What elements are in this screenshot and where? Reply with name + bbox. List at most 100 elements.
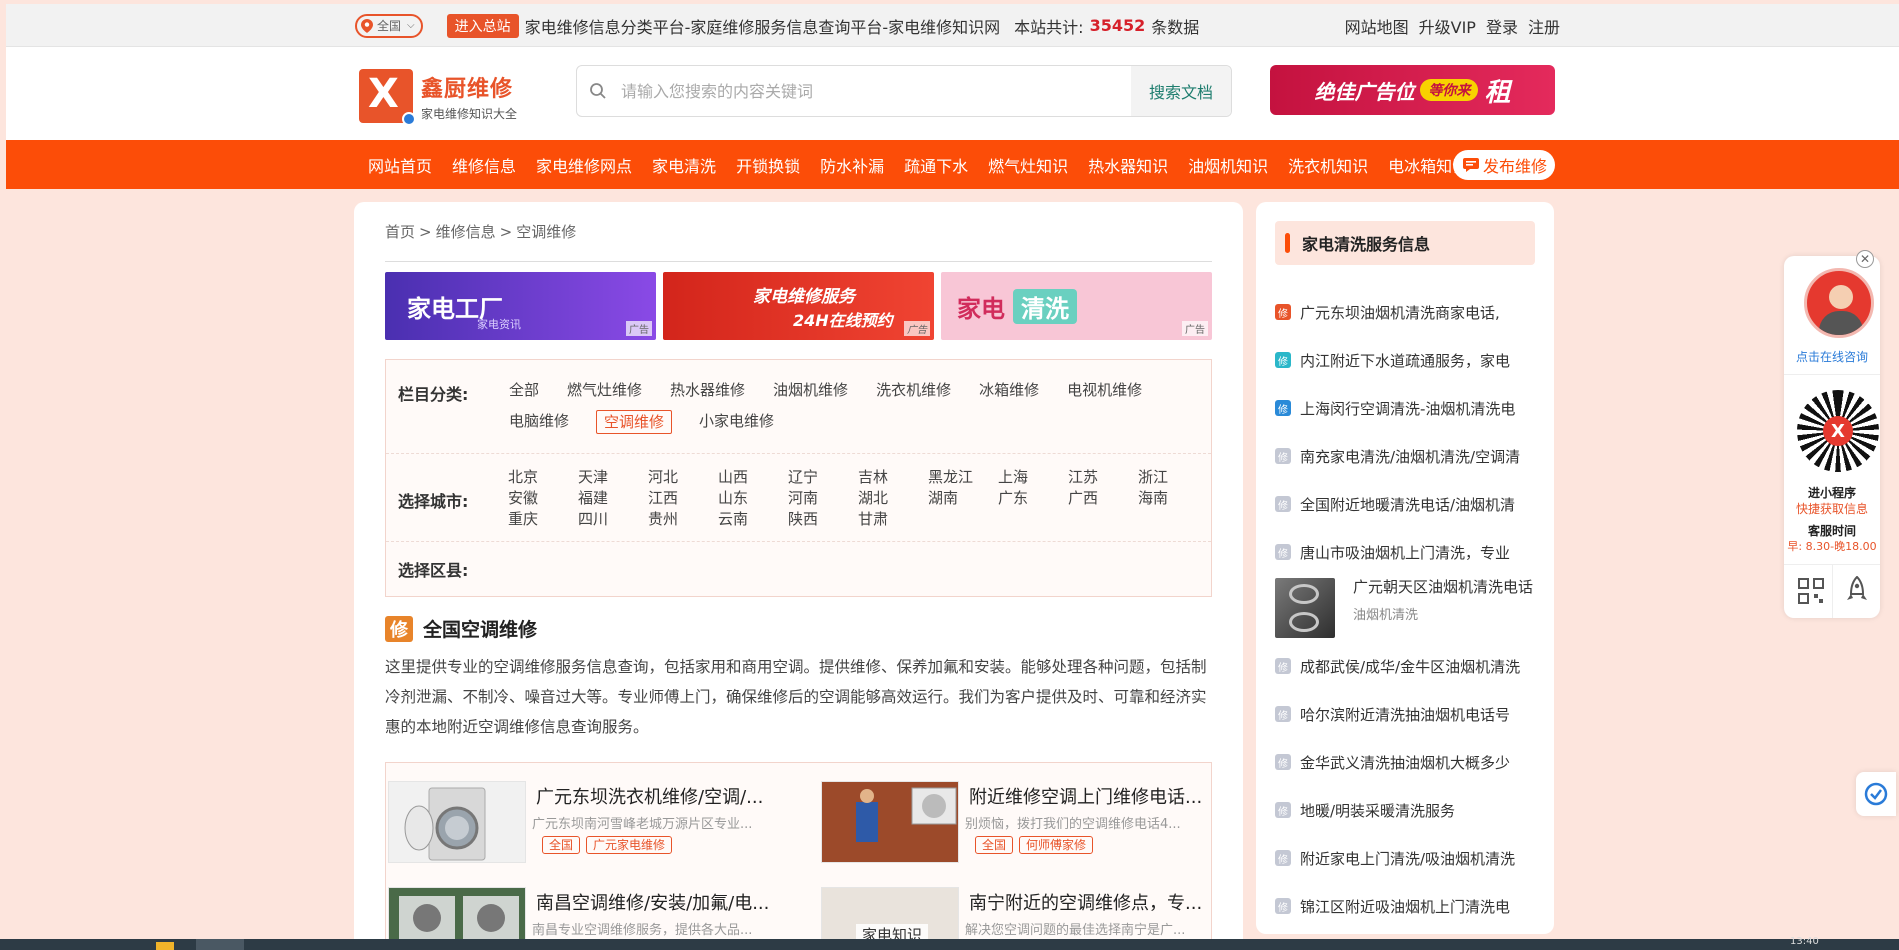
region-selector[interactable]: 全国 ⌵ xyxy=(355,13,423,38)
category-item[interactable]: 小家电维修 xyxy=(698,410,775,434)
ad-appliance-factory[interactable]: 家电工厂 家电资讯 广告 xyxy=(385,272,656,340)
city-item[interactable]: 江苏 xyxy=(1068,467,1138,488)
nav-item-locksmith[interactable]: 开锁换锁 xyxy=(736,153,800,177)
sidebar-list-item[interactable]: 修哈尔滨附近清洗抽油烟机电话号 xyxy=(1275,690,1540,738)
city-item[interactable]: 吉林 xyxy=(858,467,928,488)
city-item[interactable]: 云南 xyxy=(718,509,788,530)
city-item[interactable]: 安徽 xyxy=(508,488,578,509)
district-label: 选择区县: xyxy=(398,561,469,580)
listing-tag[interactable]: 全国 xyxy=(975,836,1014,854)
breadcrumb-separator: > xyxy=(419,223,432,241)
sidebar-feature-item[interactable]: 广元朝天区油烟机清洗电话 油烟机清洗 xyxy=(1275,578,1540,642)
city-item[interactable]: 北京 xyxy=(508,467,578,488)
taskbar-active-app[interactable] xyxy=(196,939,244,950)
sidebar-list-item[interactable]: 修南充家电清洗/油烟机清洗/空调清 xyxy=(1275,432,1540,480)
nav-item-washer[interactable]: 洗衣机知识 xyxy=(1288,153,1368,177)
category-item[interactable]: 空调维修 xyxy=(596,410,673,434)
ad-repair-service[interactable]: 家电维修服务 24H在线预约 广告 xyxy=(663,272,934,340)
repair-badge-icon: 修 xyxy=(385,615,413,642)
sidebar-list-item[interactable]: 修唐山市吸油烟机上门清洗，专业 xyxy=(1275,528,1540,576)
city-item[interactable]: 江西 xyxy=(648,488,718,509)
login-link[interactable]: 登录 xyxy=(1486,14,1518,38)
city-item[interactable]: 天津 xyxy=(578,467,648,488)
nav-item-home[interactable]: 网站首页 xyxy=(368,153,432,177)
city-item[interactable]: 甘肃 xyxy=(858,509,928,530)
header-ad-banner[interactable]: 绝佳广告位 等你来 租 xyxy=(1270,65,1555,115)
city-item[interactable]: 海南 xyxy=(1138,488,1208,509)
nav-item-water-heater[interactable]: 热水器知识 xyxy=(1088,153,1168,177)
category-item[interactable]: 热水器维修 xyxy=(669,379,746,401)
search-input[interactable] xyxy=(607,67,1131,115)
publish-repair-button[interactable]: 发布维修 xyxy=(1453,150,1556,180)
listing-title[interactable]: 南昌空调维修/安装/加氟/电... xyxy=(536,889,792,915)
search-button[interactable]: 搜索文档 xyxy=(1131,66,1231,116)
category-item[interactable]: 电视机维修 xyxy=(1066,379,1143,401)
category-item[interactable]: 冰箱维修 xyxy=(978,379,1040,401)
breadcrumb-repair-info[interactable]: 维修信息 xyxy=(436,223,496,241)
city-item[interactable]: 陕西 xyxy=(788,509,858,530)
city-item[interactable]: 河南 xyxy=(788,488,858,509)
listing-tag[interactable]: 广元家电维修 xyxy=(586,836,673,854)
city-item[interactable]: 湖南 xyxy=(928,488,998,509)
category-item[interactable]: 电脑维修 xyxy=(508,410,570,434)
city-item[interactable]: 浙江 xyxy=(1138,467,1208,488)
category-item[interactable]: 燃气灶维修 xyxy=(566,379,643,401)
customer-service-avatar[interactable] xyxy=(1804,268,1874,338)
refresh-float-button[interactable] xyxy=(1856,772,1896,816)
nav-item-repair-outlets[interactable]: 家电维修网点 xyxy=(536,153,632,177)
listing-tag[interactable]: 何师傅家修 xyxy=(1019,836,1094,854)
enter-main-site-button[interactable]: 进入总站 xyxy=(446,13,519,38)
repair-tag-icon: 修 xyxy=(1275,898,1291,914)
back-to-top-icon[interactable] xyxy=(1844,576,1870,604)
city-item[interactable]: 上海 xyxy=(998,467,1068,488)
ad-cleaning[interactable]: 家电 清洗 广告 xyxy=(941,272,1212,340)
category-item[interactable]: 洗衣机维修 xyxy=(875,379,952,401)
close-icon[interactable]: ✕ xyxy=(1856,250,1874,268)
sidebar-list-item[interactable]: 修金华武义清洗抽油烟机大概多少 xyxy=(1275,738,1540,786)
sidebar-list-item[interactable]: 修锦江区附近吸油烟机上门清洗电 xyxy=(1275,882,1540,930)
city-item[interactable]: 广东 xyxy=(998,488,1068,509)
sidebar: 家电清洗服务信息 修广元东坝油烟机清洗商家电话, 修内江附近下水道疏通服务，家电修… xyxy=(1256,202,1554,934)
city-item[interactable]: 黑龙江 xyxy=(928,467,998,488)
city-item[interactable]: 广西 xyxy=(1068,488,1138,509)
sidebar-list-item[interactable]: 修附近家电上门清洗/吸油烟机清洗 xyxy=(1275,834,1540,882)
category-item[interactable]: 油烟机维修 xyxy=(772,379,849,401)
breadcrumb-home[interactable]: 首页 xyxy=(385,223,415,241)
city-item[interactable]: 河北 xyxy=(648,467,718,488)
city-item[interactable]: 福建 xyxy=(578,488,648,509)
nav-item-repair-info[interactable]: 维修信息 xyxy=(452,153,516,177)
online-consult-link[interactable]: 点击在线咨询 xyxy=(1784,348,1880,365)
listing-title[interactable]: 广元东坝洗衣机维修/空调/... xyxy=(536,783,792,809)
listing-tag[interactable]: 全国 xyxy=(542,836,581,854)
city-item[interactable]: 重庆 xyxy=(508,509,578,530)
city-item[interactable]: 湖北 xyxy=(858,488,928,509)
nav-item-waterproof[interactable]: 防水补漏 xyxy=(820,153,884,177)
city-item[interactable]: 山西 xyxy=(718,467,788,488)
taskbar-app-icon[interactable] xyxy=(156,942,174,950)
sidebar-list-item[interactable]: 修上海闵行空调清洗-油烟机清洗电 xyxy=(1275,384,1540,432)
site-logo[interactable]: X 鑫厨维修 家电维修知识大全 xyxy=(359,69,517,126)
category-item[interactable]: 全部 xyxy=(508,379,540,401)
sidebar-list-item[interactable]: 修广元东坝油烟机清洗商家电话, xyxy=(1275,288,1540,336)
sidebar-list-item[interactable]: 修地暖/明装采暖清洗服务 xyxy=(1275,786,1540,834)
nav-item-cleaning[interactable]: 家电清洗 xyxy=(652,153,716,177)
upgrade-vip-link[interactable]: 升级VIP xyxy=(1419,14,1476,38)
sidebar-list-item[interactable]: 修成都武侯/成华/金牛区油烟机清洗 xyxy=(1275,642,1540,690)
nav-item-gas-stove[interactable]: 燃气灶知识 xyxy=(988,153,1068,177)
nav-item-range-hood[interactable]: 油烟机知识 xyxy=(1188,153,1268,177)
qr-code-icon[interactable] xyxy=(1798,578,1824,604)
city-item[interactable]: 山东 xyxy=(718,488,788,509)
repair-tag-icon: 修 xyxy=(1275,658,1291,674)
city-item[interactable]: 辽宁 xyxy=(788,467,858,488)
nav-item-drain[interactable]: 疏通下水 xyxy=(904,153,968,177)
sidebar-list-item[interactable]: 修内江附近下水道疏通服务，家电 xyxy=(1275,336,1540,384)
sitemap-link[interactable]: 网站地图 xyxy=(1345,14,1409,38)
register-link[interactable]: 注册 xyxy=(1528,14,1560,38)
listing-card[interactable]: 附近维修空调上门维修电话... 别烦恼，拨打我们的空调维修电话4... 全国 何… xyxy=(821,781,1226,863)
listing-card[interactable]: 广元东坝洗衣机维修/空调/... 广元东坝南河雪峰老城万源片区专业... 全国 … xyxy=(388,781,793,863)
listing-title[interactable]: 附近维修空调上门维修电话... xyxy=(969,783,1225,809)
city-item[interactable]: 贵州 xyxy=(648,509,718,530)
city-item[interactable]: 四川 xyxy=(578,509,648,530)
listing-title[interactable]: 南宁附近的空调维修点，专... xyxy=(969,889,1225,915)
sidebar-list-item[interactable]: 修全国附近地暖清洗电话/油烟机清 xyxy=(1275,480,1540,528)
